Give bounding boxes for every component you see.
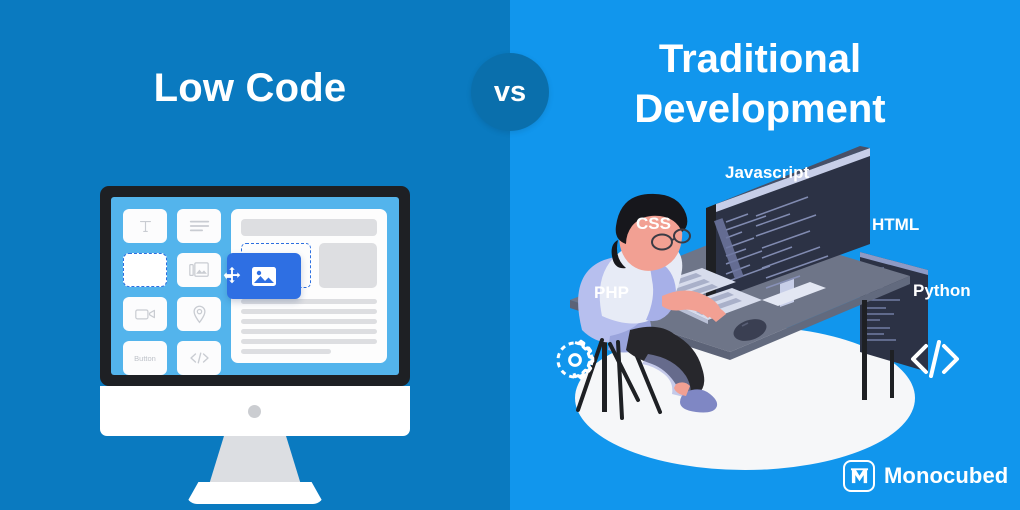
desk-leg [862,300,867,400]
logo-m-icon [850,467,868,483]
video-icon [134,309,155,320]
canvas-header-placeholder [241,219,377,236]
vs-badge: vs [471,53,549,131]
canvas-image-placeholder [319,243,377,288]
tile-location[interactable] [177,297,221,331]
monitor-stand-neck [208,436,302,488]
location-pin-icon [192,305,206,323]
text-line [241,349,331,354]
dragged-image-block[interactable] [223,253,301,299]
text-line [241,329,377,334]
tag-python: Python [913,281,971,300]
page-canvas [223,209,387,363]
vs-label: vs [493,75,527,108]
tag-html: HTML [872,215,920,234]
tag-css: CSS [636,214,671,233]
tile-image-gallery[interactable] [177,253,221,287]
logo-text: Monocubed [884,463,1009,488]
code-tag-icon [189,352,209,364]
monocubed-m-cube-mark [843,460,875,492]
move-arrows-icon[interactable] [221,265,243,287]
monitor-stand-base [186,482,324,504]
low-code-monitor-illustration: Button [100,186,410,504]
monocubed-logo[interactable]: Monocubed [843,460,1008,492]
tile-text[interactable] [123,209,167,243]
tile-paragraph[interactable] [177,209,221,243]
monitor-screen: Button [111,197,399,375]
desk-leg [602,340,607,412]
image-icon [252,266,276,286]
developer-scene-svg [570,146,928,470]
poster-canvas: Low Code Button Traditional Development … [0,0,1020,510]
text-icon [139,220,151,232]
image-gallery-icon [189,262,209,277]
monitor-power-dot [248,405,261,418]
gear-icon [556,339,595,380]
text-line [241,339,377,344]
tag-javascript: Javascript [725,163,810,182]
tile-button[interactable]: Button [123,341,167,375]
left-panel-low-code: Low Code Button [0,0,510,510]
tile-button-label: Button [134,353,156,363]
canvas-text-placeholder-lines [241,299,377,359]
text-line [241,309,377,314]
code-brackets-icon [911,340,959,378]
developer-illustration: Javascript CSS HTML PHP Python [510,0,1020,510]
tile-empty-selected[interactable] [123,253,167,287]
paragraph-lines-icon [189,220,209,232]
tile-video[interactable] [123,297,167,331]
tile-code[interactable] [177,341,221,375]
text-line [241,319,377,324]
text-line [241,299,377,304]
left-title: Low Code [153,66,347,110]
tag-php: PHP [594,283,629,302]
